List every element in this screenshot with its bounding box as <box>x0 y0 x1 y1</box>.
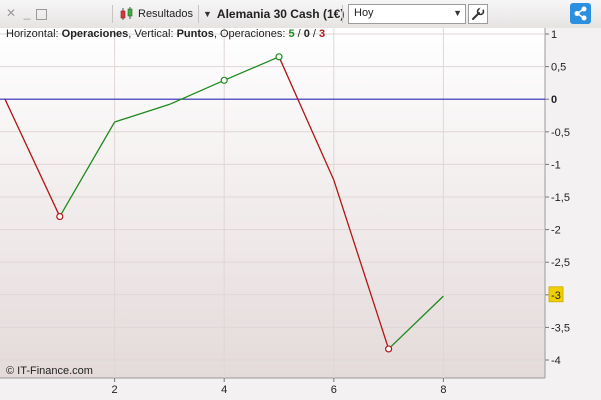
chart: 1 0,5 0 -0,5 -1 -1,5 -2 -2,5 -3,5 -4 2 4 6 8 -3 <box>0 28 601 400</box>
results-label: Resultados <box>138 8 194 20</box>
y-tick-label: 1 <box>551 29 557 41</box>
legend-vertical-prefix: , Vertical: <box>128 28 177 40</box>
x-tick-label: 2 <box>112 384 118 396</box>
current-value-label: -3 <box>551 290 561 302</box>
y-tick-label: -2 <box>551 225 561 237</box>
minimize-icon[interactable]: _ <box>21 7 33 19</box>
legend-losses: 3 <box>319 28 326 40</box>
toolbar-divider <box>342 5 343 23</box>
share-icon <box>574 6 587 21</box>
y-tick-label: 0,5 <box>551 62 566 74</box>
toolbar-divider <box>112 5 113 23</box>
chart-legend: Horizontal: Operaciones, Vertical: Punto… <box>6 28 325 40</box>
data-point <box>56 212 64 221</box>
y-tick-label: -0,5 <box>551 127 570 139</box>
copyright: © IT-Finance.com <box>6 365 93 377</box>
share-button[interactable] <box>570 3 591 24</box>
chevron-down-icon: ▼ <box>453 8 462 18</box>
data-point <box>275 53 283 61</box>
y-tick-label: -1,5 <box>551 192 570 204</box>
legend-slash: / <box>294 28 304 40</box>
x-tick-label: 8 <box>440 384 446 396</box>
settings-button[interactable] <box>468 4 488 24</box>
x-tick-label: 4 <box>221 384 227 396</box>
x-axis-panel <box>0 378 601 400</box>
period-value: Hoy <box>354 7 374 19</box>
toolbar-divider <box>198 5 199 23</box>
legend-operations-prefix: , Operaciones: <box>213 28 289 40</box>
x-tick-label: 6 <box>331 384 337 396</box>
y-tick-label: -2,5 <box>551 257 570 269</box>
dropdown-arrow-icon: ▼ <box>203 9 212 19</box>
current-value-badge: -3 <box>548 286 564 303</box>
candlestick-icon <box>120 7 133 20</box>
y-tick-label: -3,5 <box>551 322 570 334</box>
maximize-icon[interactable] <box>36 9 47 20</box>
toolbar: ✕ _ Resultados ▼ Alemania 30 Cash (1€) H… <box>0 0 601 29</box>
y-tick-label: 0 <box>551 94 557 106</box>
wrench-icon <box>472 6 485 20</box>
period-select[interactable]: Hoy ▼ <box>348 4 466 24</box>
instrument-selector[interactable]: ▼ Alemania 30 Cash (1€) <box>203 5 344 23</box>
data-point <box>385 345 393 353</box>
data-point <box>220 76 228 84</box>
plot-background <box>0 28 545 378</box>
legend-horizontal-value: Operaciones <box>61 28 129 40</box>
instrument-label: Alemania 30 Cash (1€) <box>216 7 345 21</box>
results-button[interactable]: Resultados <box>119 5 193 23</box>
y-tick-label: -1 <box>551 159 561 171</box>
close-icon[interactable]: ✕ <box>5 7 17 19</box>
y-tick-label: -4 <box>551 355 561 367</box>
legend-horizontal-prefix: Horizontal: <box>6 28 62 40</box>
legend-vertical-value: Puntos <box>176 28 214 40</box>
legend-slash: / <box>309 28 320 40</box>
